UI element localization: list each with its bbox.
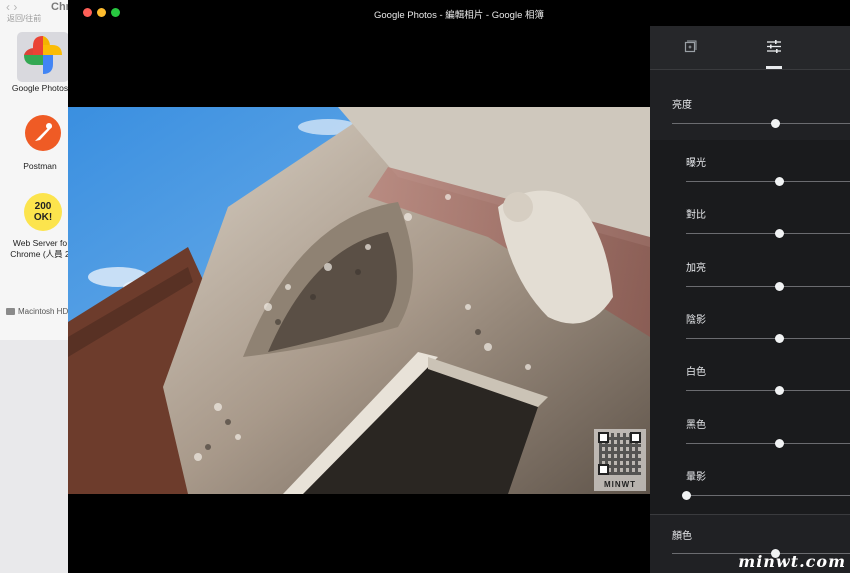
disk-label: Macintosh HD <box>18 307 69 316</box>
slider-knob[interactable] <box>774 177 784 186</box>
slider-label: 亮度 <box>672 100 692 111</box>
active-tab-indicator <box>766 66 782 69</box>
slider-label: 黑色 <box>686 419 706 431</box>
slider-label: 白色 <box>686 367 706 379</box>
postman-icon <box>25 115 61 151</box>
light-sub-adjustments: 曝光對比加亮陰影白色黑色暈影 <box>650 140 850 514</box>
slider-track[interactable] <box>686 442 850 444</box>
photo-image <box>68 107 650 494</box>
slider-label: 曝光 <box>686 158 706 169</box>
photo-watermark-text: MINWT <box>603 480 637 489</box>
photo-preview[interactable]: MINWT <box>68 107 650 494</box>
slider-label: 對比 <box>686 210 706 222</box>
photo-filter-icon[interactable] <box>684 40 697 53</box>
slider-knob[interactable] <box>681 490 691 500</box>
site-watermark: minwt.com <box>738 552 846 571</box>
finder-nav-label: 返回/往前 <box>7 14 42 23</box>
slider-knob[interactable] <box>774 438 784 448</box>
disk-item[interactable]: Macintosh HD <box>6 307 68 316</box>
slider-knob[interactable] <box>774 281 784 291</box>
slider-label: 陰影 <box>686 314 706 326</box>
slider-track[interactable] <box>686 494 850 496</box>
slider-knob[interactable] <box>774 333 784 343</box>
slider-knob[interactable] <box>774 229 784 239</box>
qr-finder <box>598 464 609 475</box>
window-title: Google Photos - 編輯相片 - Google 相簿 <box>373 10 544 21</box>
titlebar: Google Photos - 編輯相片 - Google 相簿 <box>68 0 850 26</box>
photos-window: Google Photos - 編輯相片 - Google 相簿 MINWT 亮… <box>68 0 850 573</box>
google-photos-icon <box>24 36 62 74</box>
slider-knob[interactable] <box>774 386 784 396</box>
qr-finder <box>630 432 641 443</box>
qr-finder <box>598 432 609 443</box>
slider-track[interactable] <box>686 233 850 235</box>
hard-disk-icon <box>6 308 15 316</box>
slider-track[interactable] <box>686 337 850 339</box>
edit-tabs <box>650 26 850 70</box>
slider-label: 加亮 <box>686 262 706 274</box>
slider-track[interactable] <box>672 123 850 124</box>
qr-watermark: MINWT <box>594 429 646 491</box>
slider-label: 顏色 <box>672 531 692 542</box>
slider-label: 暈影 <box>686 471 706 483</box>
slider-track[interactable] <box>686 285 850 287</box>
slider-track[interactable] <box>686 390 850 392</box>
edit-panel: 亮度 曝光對比加亮陰影白色黑色暈影 顏色 <box>650 26 850 573</box>
web-server-icon-text: 200 OK! <box>33 201 53 223</box>
slider-knob[interactable] <box>770 119 780 128</box>
tune-sliders-icon[interactable] <box>767 40 781 53</box>
finder-nav-arrows[interactable]: ‹ › <box>6 0 17 14</box>
slider-track[interactable] <box>686 181 850 182</box>
